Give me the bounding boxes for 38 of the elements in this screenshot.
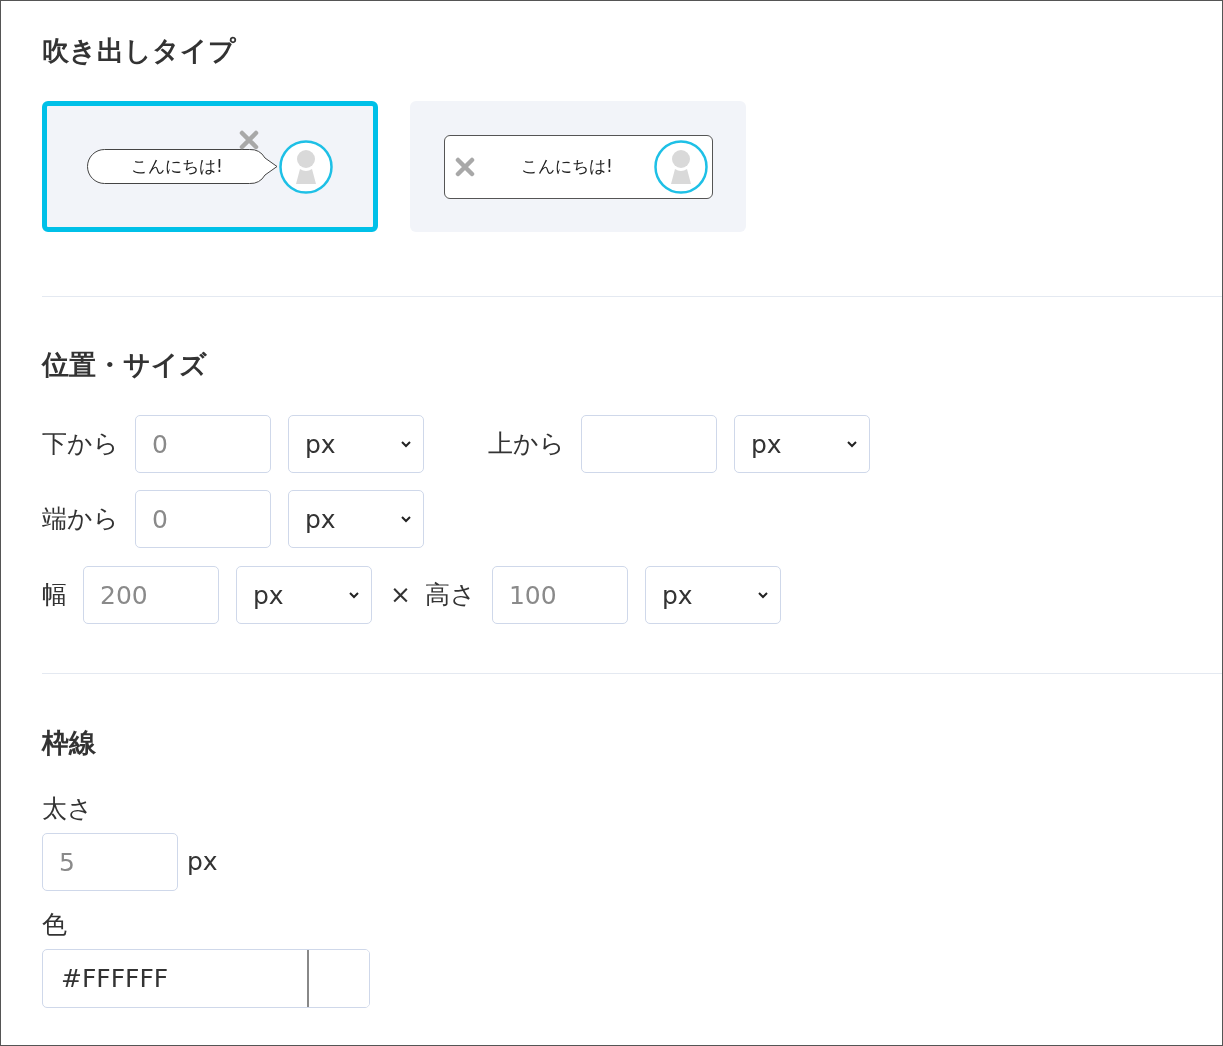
input-field[interactable]: 200 xyxy=(83,566,219,624)
chevron-down-icon xyxy=(847,440,857,448)
multiply-sign: × xyxy=(390,580,411,610)
unit-select[interactable]: px xyxy=(644,566,781,624)
message-bar: こんにちは! xyxy=(443,134,713,199)
section-title: 枠線 xyxy=(42,727,97,759)
unit-label: px xyxy=(187,847,218,877)
color-swatch[interactable] xyxy=(307,950,369,1007)
avatar-icon xyxy=(279,139,333,194)
chevron-down-icon xyxy=(401,515,411,523)
unit-select[interactable]: px xyxy=(288,490,424,548)
section-title: 位置・サイズ xyxy=(42,349,208,381)
balloon-option-card[interactable]: こんにちは! xyxy=(42,101,378,232)
input-field[interactable]: 5 xyxy=(42,833,178,891)
input-field[interactable]: 100 xyxy=(491,566,628,624)
section-title: 吹き出しタイプ xyxy=(42,35,237,67)
input-field[interactable]: 0 xyxy=(135,490,271,548)
field-label: 高さ xyxy=(424,580,476,610)
field-label: 色 xyxy=(42,910,68,940)
unit-select[interactable]: px xyxy=(236,566,372,624)
field-label: 上から xyxy=(488,429,565,459)
avatar-icon xyxy=(653,139,708,194)
speech-bubble: こんにちは! xyxy=(87,149,278,184)
field-label: 下から xyxy=(42,429,119,459)
balloon-option-card[interactable]: こんにちは! xyxy=(410,101,746,232)
field-label: 太さ xyxy=(42,794,94,824)
close-icon xyxy=(239,129,259,150)
chevron-down-icon xyxy=(401,440,411,448)
chevron-down-icon xyxy=(757,591,768,599)
unit-select[interactable]: px xyxy=(288,415,424,473)
chevron-down-icon xyxy=(349,591,359,599)
input-field[interactable]: 0 xyxy=(135,415,271,473)
unit-select[interactable]: px xyxy=(734,415,870,473)
field-label: 幅 xyxy=(42,580,67,610)
color-input-field[interactable]: #FFFFFF xyxy=(42,949,370,1008)
close-icon xyxy=(454,156,475,177)
input-field[interactable] xyxy=(581,415,717,473)
field-label: 端から xyxy=(42,504,119,534)
